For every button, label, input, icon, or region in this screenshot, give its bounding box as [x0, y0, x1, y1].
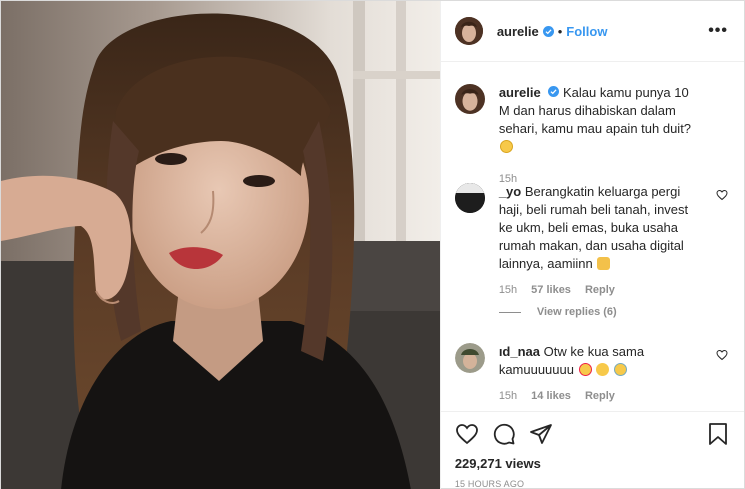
avatar-image — [454, 183, 485, 213]
avatar-image — [454, 343, 485, 373]
author-username[interactable]: aurelie — [497, 24, 539, 39]
like-comment-heart-icon[interactable] — [716, 189, 728, 201]
avatar-image — [454, 84, 485, 114]
comment-meta: 15h 14 likes Reply — [499, 387, 699, 405]
view-count[interactable]: 229,271 views — [455, 456, 730, 471]
caption-row: aurelie Kalau kamu punya 10 M dan harus … — [454, 84, 728, 188]
post-header: aurelie • Follow ••• — [440, 1, 744, 62]
video-frame — [1, 1, 440, 489]
blushing-emoji-icon — [596, 363, 610, 376]
comment-text: Berangkatin keluarga pergi haji, beli ru… — [498, 184, 689, 271]
comment-time[interactable]: 15h — [499, 387, 517, 405]
commenter-avatar[interactable] — [454, 183, 485, 213]
smiling-emoji-icon — [499, 140, 513, 153]
comment-icon[interactable] — [492, 422, 516, 446]
verified-badge-icon — [548, 86, 560, 97]
caption-avatar[interactable] — [454, 84, 485, 114]
bookmark-icon[interactable] — [706, 422, 730, 446]
view-replies-line — [498, 311, 521, 313]
posted-time[interactable]: 15 HOURS AGO — [455, 479, 730, 489]
post-panel: aurelie • Follow ••• aurelie Kalau kamu … — [439, 1, 744, 489]
comment-username[interactable]: ıd_naa — [499, 344, 540, 359]
caption-body: aurelie Kalau kamu punya 10 M dan harus … — [499, 84, 699, 188]
heart-eyes-emoji-icon — [578, 363, 592, 376]
like-comment-heart-icon[interactable] — [716, 349, 728, 361]
share-icon[interactable] — [529, 422, 553, 446]
post-video[interactable] — [1, 1, 440, 489]
comment-likes[interactable]: 57 likes — [531, 281, 571, 299]
comment-row: ıd_naa Otw ke kua sama kamuuuuuuu 15h 14… — [454, 343, 728, 405]
commenter-avatar[interactable] — [454, 343, 485, 373]
post-actions: 229,271 views 15 HOURS AGO — [440, 411, 744, 489]
laughing-emoji-icon — [613, 363, 627, 376]
reply-button[interactable]: Reply — [585, 281, 615, 299]
comment-username[interactable]: _yo — [499, 184, 521, 199]
heart-icon[interactable] — [455, 422, 479, 446]
caption-username[interactable]: aurelie — [499, 85, 541, 100]
separator-dot: • — [557, 23, 563, 39]
comment-body: ıd_naa Otw ke kua sama kamuuuuuuu 15h 14… — [499, 343, 699, 405]
comment-time[interactable]: 15h — [499, 281, 517, 299]
more-options-button[interactable]: ••• — [708, 22, 728, 40]
author-avatar[interactable] — [454, 17, 483, 45]
follow-button[interactable]: Follow — [566, 24, 607, 39]
action-icons — [455, 412, 730, 456]
comments-list[interactable]: aurelie Kalau kamu punya 10 M dan harus … — [441, 62, 744, 411]
view-replies-label: View replies (6) — [536, 306, 617, 318]
comment-likes[interactable]: 14 likes — [531, 387, 571, 405]
avatar-image — [454, 17, 483, 45]
view-replies-button[interactable]: View replies (6) — [498, 306, 617, 318]
verified-badge-icon — [542, 25, 554, 37]
reply-button[interactable]: Reply — [585, 387, 615, 405]
comment-meta: 15h 57 likes Reply — [499, 281, 699, 299]
praying-hands-emoji-icon — [597, 257, 611, 270]
comment-body: _yo Berangkatin keluarga pergi haji, bel… — [499, 183, 699, 299]
instagram-post: aurelie • Follow ••• aurelie Kalau kamu … — [0, 0, 745, 489]
comment-row: _yo Berangkatin keluarga pergi haji, bel… — [454, 183, 728, 299]
